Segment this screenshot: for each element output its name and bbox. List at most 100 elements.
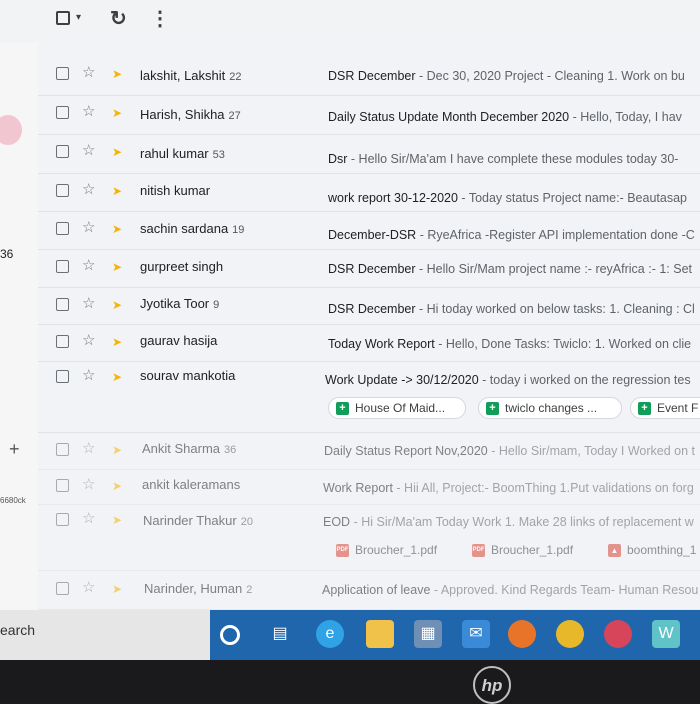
file-explorer-icon[interactable] xyxy=(366,620,394,648)
firefox-icon[interactable] xyxy=(508,620,536,648)
important-marker-icon[interactable]: ➤ xyxy=(112,67,122,81)
attachment-chip[interactable]: + Event F xyxy=(630,397,700,419)
important-marker-icon[interactable]: ➤ xyxy=(112,335,122,349)
table-row[interactable]: ☆ ➤ Narinder, Human 2 Application of leav… xyxy=(38,571,700,610)
image-icon: ▲ xyxy=(608,544,621,557)
cortana-icon[interactable] xyxy=(220,625,240,645)
email-subject: Work Update -> 30/12/2020 - today i work… xyxy=(325,373,691,387)
email-subject: Application of leave - Approved. Kind Re… xyxy=(322,583,699,597)
thread-count: 19 xyxy=(232,224,245,236)
checkbox-icon[interactable] xyxy=(56,513,69,526)
select-all-checkbox[interactable] xyxy=(56,11,70,25)
important-marker-icon[interactable]: ➤ xyxy=(112,443,122,457)
store-icon[interactable]: ▦ xyxy=(414,620,442,648)
table-row[interactable]: ☆ ➤ sourav mankotia Work Update -> 30/12… xyxy=(38,362,700,433)
sheets-icon: + xyxy=(486,402,499,415)
attachment-name: boomthing_1 xyxy=(627,543,697,557)
thread-count: 20 xyxy=(240,516,253,528)
email-subject: Daily Status Report Nov,2020 - Hello Sir… xyxy=(324,444,696,458)
select-dropdown-icon[interactable]: ▾ xyxy=(76,12,81,23)
chrome-icon[interactable] xyxy=(556,620,584,648)
app-icon[interactable]: W xyxy=(652,620,680,648)
task-view-icon[interactable]: ▤ xyxy=(266,620,294,648)
star-icon[interactable]: ☆ xyxy=(82,296,95,312)
attachment-chip[interactable]: ▲ boomthing_1 xyxy=(600,539,700,561)
star-icon[interactable]: ☆ xyxy=(82,333,95,349)
checkbox-icon[interactable] xyxy=(56,106,69,119)
checkbox-icon[interactable] xyxy=(56,582,69,595)
avatar[interactable] xyxy=(0,115,22,145)
table-row[interactable]: ☆ ➤ rahul kumar 53 Dsr - Hello Sir/Ma'am … xyxy=(38,135,700,174)
email-subject: DSR December - Dec 30, 2020 Project - Cl… xyxy=(328,69,685,83)
checkbox-icon[interactable] xyxy=(56,370,69,383)
important-marker-icon[interactable]: ➤ xyxy=(112,513,122,527)
table-row[interactable]: ☆ ➤ gaurav hasija Today Work Report - He… xyxy=(38,325,700,362)
table-row[interactable]: ☆ ➤ gurpreet singh DSR December - Hello … xyxy=(38,250,700,288)
checkbox-icon[interactable] xyxy=(56,145,69,158)
taskbar-search-box[interactable]: earch xyxy=(0,610,210,660)
attachment-name: Event F xyxy=(657,401,699,415)
email-list: ☆ ➤ lakshit, Lakshit 22 DSR December - De… xyxy=(38,42,700,610)
table-row[interactable]: ☆ ➤ Harish, Shikha 27 Daily Status Update… xyxy=(38,96,700,135)
checkbox-icon[interactable] xyxy=(56,184,69,197)
checkbox-icon[interactable] xyxy=(56,335,69,348)
more-options-icon[interactable]: ⋮ xyxy=(150,6,170,31)
important-marker-icon[interactable]: ➤ xyxy=(112,222,122,236)
table-row[interactable]: ☆ ➤ ankit kaleramans Work Report - Hii A… xyxy=(38,470,700,505)
star-icon[interactable]: ☆ xyxy=(82,104,95,120)
star-icon[interactable]: ☆ xyxy=(82,580,95,596)
refresh-icon[interactable]: ↻ xyxy=(110,6,127,31)
email-snippet: - today i worked on the regression tes xyxy=(478,373,691,387)
attachment-chip[interactable]: PDF Broucher_1.pdf xyxy=(464,539,592,561)
email-subject: Dsr - Hello Sir/Ma'am I have complete th… xyxy=(328,152,679,166)
add-label-icon[interactable]: + xyxy=(9,439,20,460)
important-marker-icon[interactable]: ➤ xyxy=(112,106,122,120)
important-marker-icon[interactable]: ➤ xyxy=(112,370,122,384)
important-marker-icon[interactable]: ➤ xyxy=(112,145,122,159)
email-snippet: - Today status Project name:- Beautasap xyxy=(457,191,687,205)
checkbox-icon[interactable] xyxy=(56,298,69,311)
table-row[interactable]: ☆ ➤ Jyotika Toor 9 DSR December - Hi toda… xyxy=(38,288,700,325)
email-subject: Today Work Report - Hello, Done Tasks: T… xyxy=(328,337,692,351)
star-icon[interactable]: ☆ xyxy=(82,182,95,198)
checkbox-icon[interactable] xyxy=(56,443,69,456)
table-row[interactable]: ☆ ➤ nitish kumar work report 30-12-2020 … xyxy=(38,174,700,212)
chat-icon[interactable] xyxy=(604,620,632,648)
pdf-icon: PDF xyxy=(472,544,485,557)
important-marker-icon[interactable]: ➤ xyxy=(112,298,122,312)
star-icon[interactable]: ☆ xyxy=(82,511,95,527)
star-icon[interactable]: ☆ xyxy=(82,477,95,493)
email-snippet: - Hello, Today, I hav xyxy=(569,110,682,124)
sender-name: sourav mankotia xyxy=(140,368,236,383)
table-row[interactable]: ☆ ➤ sachin sardana 19 December-DSR - RyeA… xyxy=(38,212,700,250)
thread-count: 2 xyxy=(246,584,253,596)
star-icon[interactable]: ☆ xyxy=(82,220,95,236)
email-subject: Daily Status Update Month December 2020 … xyxy=(328,110,682,124)
checkbox-icon[interactable] xyxy=(56,222,69,235)
important-marker-icon[interactable]: ➤ xyxy=(112,582,122,596)
table-row[interactable]: ☆ ➤ Narinder Thakur 20 EOD - Hi Sir/Ma'am… xyxy=(38,505,700,571)
checkbox-icon[interactable] xyxy=(56,479,69,492)
table-row[interactable]: ☆ ➤ Ankit Sharma 36 Daily Status Report N… xyxy=(38,433,700,470)
mail-icon[interactable]: ✉ xyxy=(462,620,490,648)
attachment-chip[interactable]: + House Of Maid... xyxy=(328,397,466,419)
star-icon[interactable]: ☆ xyxy=(82,65,95,81)
email-snippet: - Hi today worked on below tasks: 1. Cle… xyxy=(415,302,695,316)
checkbox-icon[interactable] xyxy=(56,260,69,273)
attachment-chip[interactable]: PDF Broucher_1.pdf xyxy=(328,539,456,561)
important-marker-icon[interactable]: ➤ xyxy=(112,260,122,274)
star-icon[interactable]: ☆ xyxy=(82,143,95,159)
email-snippet: - RyeAfrica -Register API implementation… xyxy=(416,228,695,242)
attachment-chip[interactable]: + twiclo changes ... xyxy=(478,397,622,419)
email-subject: DSR December - Hello Sir/Mam project nam… xyxy=(328,262,692,276)
edge-icon[interactable]: e xyxy=(316,620,344,648)
star-icon[interactable]: ☆ xyxy=(82,258,95,274)
important-marker-icon[interactable]: ➤ xyxy=(112,184,122,198)
attachment-name: Broucher_1.pdf xyxy=(491,543,574,557)
star-icon[interactable]: ☆ xyxy=(82,368,95,384)
table-row[interactable]: ☆ ➤ lakshit, Lakshit 22 DSR December - De… xyxy=(38,57,700,96)
sender-name: lakshit, Lakshit 22 xyxy=(140,68,242,83)
star-icon[interactable]: ☆ xyxy=(82,441,95,457)
checkbox-icon[interactable] xyxy=(56,67,69,80)
important-marker-icon[interactable]: ➤ xyxy=(112,479,122,493)
